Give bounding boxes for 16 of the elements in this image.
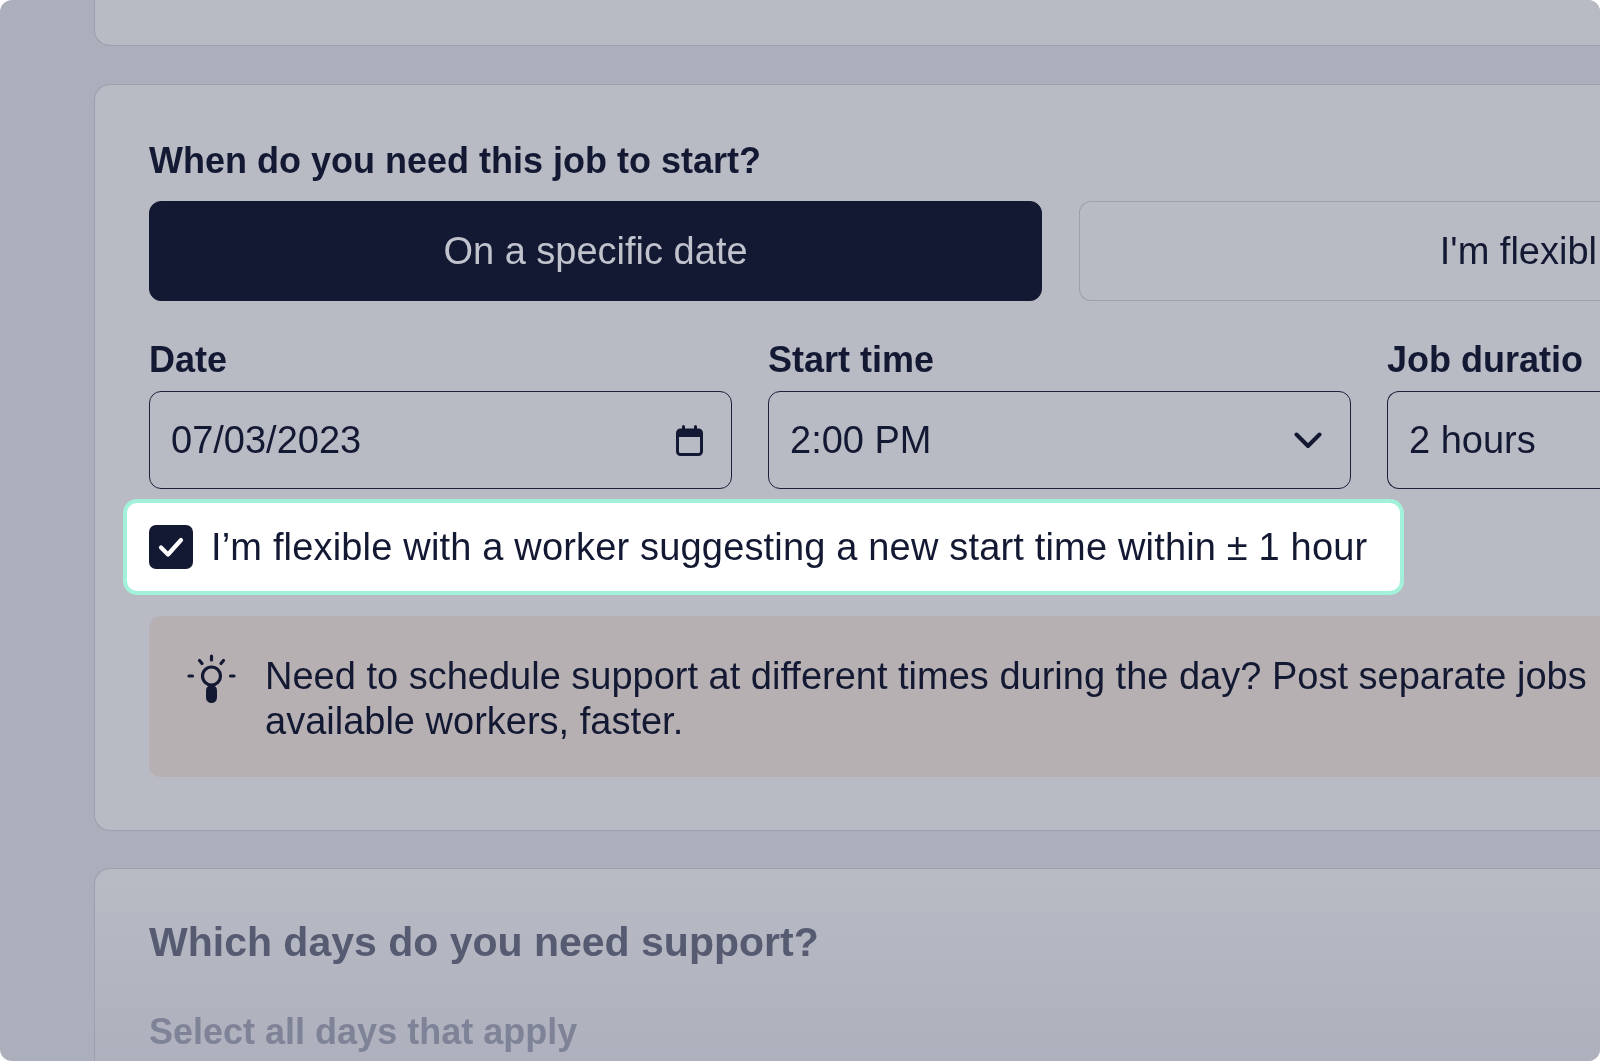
- calendar-icon[interactable]: [676, 424, 703, 456]
- field-label: Start time: [768, 338, 935, 382]
- field-label: Date: [149, 338, 228, 382]
- select-field[interactable]: 2:00 PM: [768, 391, 1351, 489]
- checkbox[interactable]: [149, 525, 193, 569]
- text-field[interactable]: 2 hours: [1387, 391, 1600, 489]
- section-title: Which days do you need support?: [149, 918, 819, 966]
- checkbox-label: I’m flexible with a worker suggesting a new start time within ± 1 hour: [211, 525, 1368, 569]
- toggle-button[interactable]: I'm flexibl: [1079, 201, 1600, 301]
- tip-text: Need to schedule support at different times during the day? Post separate jobs available workers, faster.: [265, 654, 1587, 744]
- toggle-button[interactable]: On a specific date: [149, 201, 1042, 301]
- section-title: When do you need this job to start?: [149, 139, 761, 183]
- field-label: Job duratio: [1387, 338, 1583, 382]
- chevron-down-icon[interactable]: [1294, 431, 1322, 449]
- lightbulb-icon: [187, 654, 236, 705]
- date-field[interactable]: 07/03/2023: [149, 391, 732, 489]
